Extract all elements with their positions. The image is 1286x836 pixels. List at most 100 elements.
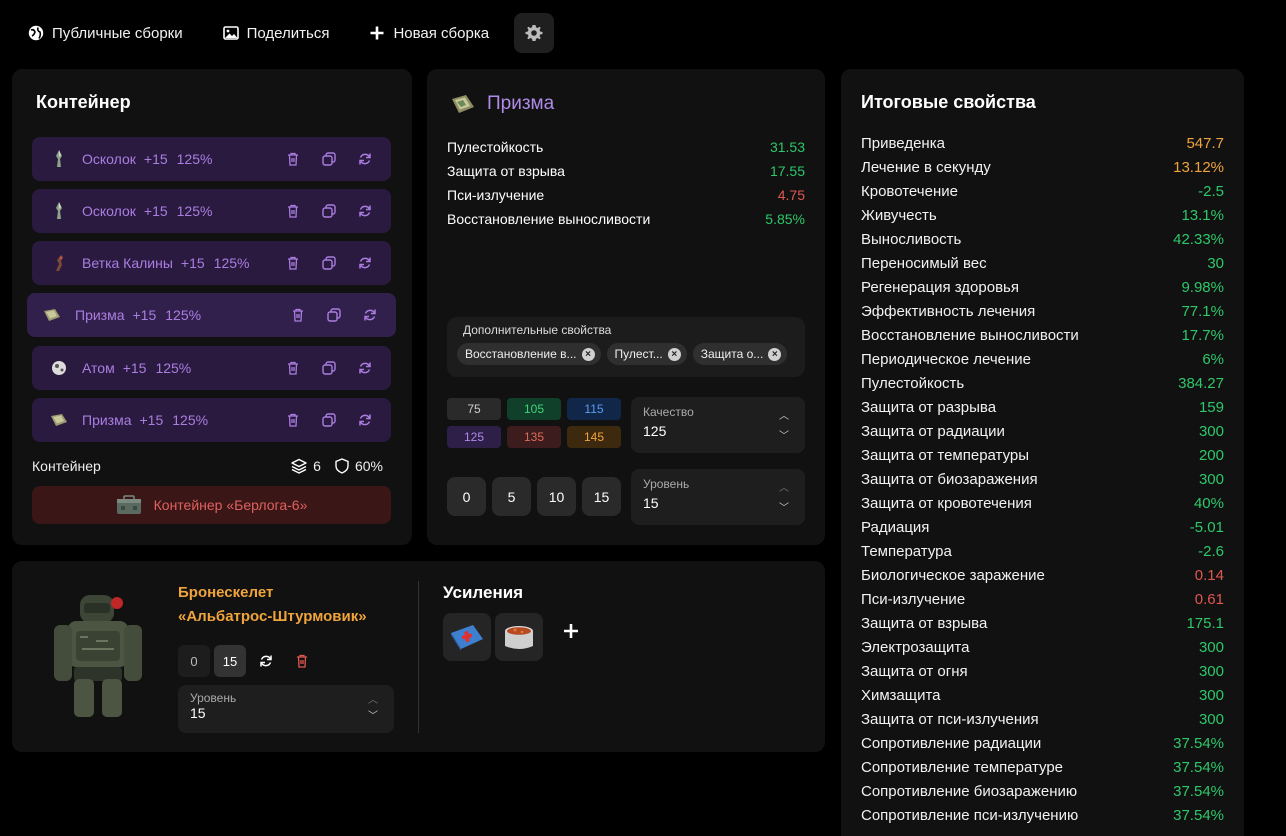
copy-icon[interactable] (321, 203, 337, 219)
image-icon (222, 26, 239, 40)
totals-row-name: Живучесть (861, 206, 937, 224)
public-builds-label: Публичные сборки (52, 24, 183, 42)
copy-icon[interactable] (321, 255, 337, 271)
trash-icon[interactable] (285, 412, 301, 428)
new-build-button[interactable]: Новая сборка (369, 13, 489, 53)
trash-icon[interactable] (285, 203, 301, 219)
refresh-icon[interactable] (357, 203, 373, 219)
container-select-button[interactable]: Контейнер «Берлога-6» (32, 486, 391, 524)
copy-icon[interactable] (321, 412, 337, 428)
totals-row: Защита от температуры 200 (861, 443, 1224, 467)
close-icon[interactable]: × (581, 347, 595, 361)
boost-slot[interactable] (443, 613, 491, 661)
property-chip[interactable]: Защита о... × (692, 343, 788, 365)
prism-artifact-icon (43, 306, 61, 324)
totals-row-value: 159 (1198, 398, 1224, 416)
chevron-down-icon[interactable]: ﹀ (368, 707, 378, 722)
settings-button[interactable] (514, 13, 555, 53)
quality-preset[interactable]: 135 (507, 426, 561, 448)
totals-row-value: 300 (1198, 470, 1224, 488)
container-slot[interactable]: Атом +15 125% (32, 346, 391, 390)
boost-slot[interactable] (495, 613, 543, 661)
refresh-icon[interactable] (357, 151, 373, 167)
container-slot-selected[interactable]: Призма +15 125% (27, 293, 396, 337)
stat-name: Пулестойкость (447, 139, 544, 155)
refresh-icon[interactable] (362, 307, 378, 323)
share-label: Поделиться (246, 24, 330, 42)
totals-row: Периодическое лечение 6% (861, 347, 1224, 371)
chevron-up-icon[interactable]: ︿ (779, 479, 789, 494)
quality-preset[interactable]: 115 (567, 398, 621, 420)
totals-row: Защита от пси-излучения 300 (861, 707, 1224, 731)
property-chips: Восстановление в... × Пулест... × Защита о… (457, 343, 795, 365)
upgrade-max-button[interactable]: 15 (214, 645, 246, 677)
artifact-stats: Пулестойкость 31.53 Защита от взрыва 17.55… (447, 135, 805, 231)
artifact-title: Призма (487, 93, 555, 114)
property-chip[interactable]: Восстановление в... × (457, 343, 601, 365)
upgrade-min-button[interactable]: 0 (178, 645, 210, 677)
chevron-up-icon[interactable]: ︿ (368, 691, 378, 706)
quality-preset[interactable]: 75 (447, 398, 501, 420)
armor-level-stepper[interactable]: Уровень 15 ︿ ﹀ (178, 685, 394, 733)
totals-row-name: Сопротивление радиации (861, 734, 1042, 752)
slot-name: Осколок (82, 203, 136, 219)
totals-row: Защита от кровотечения 40% (861, 491, 1224, 515)
copy-icon[interactable] (321, 151, 337, 167)
protection-value-wrap: 60% (335, 458, 383, 474)
close-icon[interactable]: × (667, 347, 681, 361)
trash-icon[interactable] (286, 645, 318, 677)
quality-preset[interactable]: 125 (447, 426, 501, 448)
totals-row: Кровотечение -2.5 (861, 179, 1224, 203)
level-preset-button[interactable]: 10 (537, 477, 576, 516)
armor-upgrade-controls: 0 15 (178, 645, 318, 677)
artifact-stat-row: Пулестойкость 31.53 (447, 135, 805, 159)
close-icon[interactable]: × (768, 347, 782, 361)
quality-preset[interactable]: 105 (507, 398, 561, 420)
level-preset-button[interactable]: 5 (492, 477, 531, 516)
chevron-down-icon[interactable]: ﹀ (779, 427, 789, 442)
level-preset-button[interactable]: 0 (447, 477, 486, 516)
totals-row-value: 37.54% (1173, 758, 1224, 776)
property-chip[interactable]: Пулест... × (606, 343, 687, 365)
level-presets: 0 5 10 15 (447, 477, 621, 516)
stat-value: 4.75 (777, 187, 805, 203)
prism-artifact-icon (452, 95, 474, 113)
totals-row-name: Радиация (861, 518, 930, 536)
share-button[interactable]: Поделиться (222, 13, 330, 53)
medkit-icon (451, 625, 483, 651)
quality-stepper[interactable]: Качество 125 ︿ ﹀ (631, 397, 805, 453)
quality-preset[interactable]: 145 (567, 426, 621, 448)
chevron-down-icon[interactable]: ﹀ (779, 499, 789, 514)
refresh-icon[interactable] (250, 645, 282, 677)
refresh-icon[interactable] (357, 412, 373, 428)
trash-icon[interactable] (285, 151, 301, 167)
container-slot[interactable]: Ветка Калины +15 125% (32, 241, 391, 285)
viburnum-branch-icon (50, 254, 68, 272)
armor-name-line1: Бронескелет (178, 584, 274, 601)
refresh-icon[interactable] (357, 255, 373, 271)
add-boost-button[interactable] (563, 623, 579, 639)
public-builds-button[interactable]: Публичные сборки (28, 13, 183, 53)
level-preset-button[interactable]: 15 (582, 477, 621, 516)
totals-row: Биологическое заражение 0.14 (861, 563, 1224, 587)
level-stepper[interactable]: Уровень 15 ︿ ﹀ (631, 469, 805, 525)
totals-row-value: 13.12% (1173, 158, 1224, 176)
trash-icon[interactable] (285, 360, 301, 376)
copy-icon[interactable] (321, 360, 337, 376)
container-slot[interactable]: Осколок +15 125% (32, 189, 391, 233)
container-slot[interactable]: Осколок +15 125% (32, 137, 391, 181)
totals-row-name: Выносливость (861, 230, 962, 248)
refresh-icon[interactable] (357, 360, 373, 376)
protection-value: 60% (354, 458, 383, 474)
stat-name: Восстановление выносливости (447, 211, 651, 227)
container-select-label: Контейнер «Берлога-6» (153, 497, 308, 513)
totals-row-name: Защита от радиации (861, 422, 1005, 440)
container-slot[interactable]: Призма +15 125% (32, 398, 391, 442)
chevron-up-icon[interactable]: ︿ (779, 407, 789, 422)
totals-row-value: 17.7% (1181, 326, 1224, 344)
totals-row: Выносливость 42.33% (861, 227, 1224, 251)
trash-icon[interactable] (285, 255, 301, 271)
copy-icon[interactable] (326, 307, 342, 323)
trash-icon[interactable] (290, 307, 306, 323)
totals-row-value: 9.98% (1181, 278, 1224, 296)
